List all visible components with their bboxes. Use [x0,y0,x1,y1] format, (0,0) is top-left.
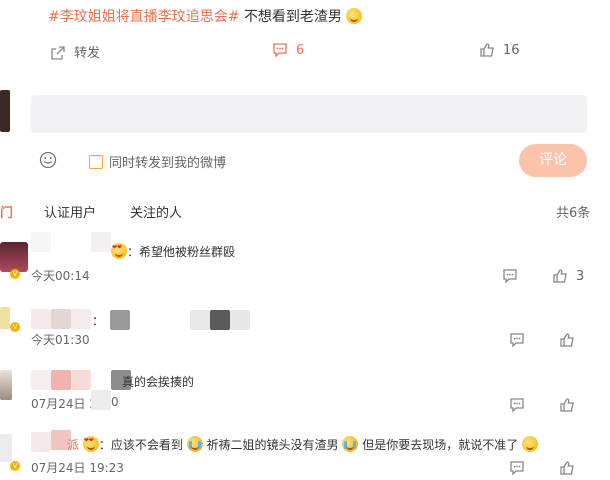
blurred-username [71,309,91,329]
like-count: 16 [503,43,520,58]
blurred-content [230,310,250,330]
like-button[interactable]: 16 [479,42,520,58]
comment-time: 今天00:14 [31,269,90,283]
thumbs-up-icon [560,398,574,412]
comment-toggle-button[interactable]: 6 [272,42,304,58]
post-body: 不想看到老渣男 [243,9,342,25]
smiley-icon [39,151,57,169]
blurred-username [31,432,51,452]
avatar[interactable] [0,307,10,329]
tab-verified-users[interactable]: 认证用户 [44,202,96,221]
comment-time-tail: 0 [111,395,119,409]
repost-label: 转发 [74,46,101,61]
sync-repost-checkbox[interactable] [89,155,103,169]
sync-repost-label: 同时转发到我的微博 [109,156,227,171]
current-user-avatar [0,90,10,132]
comment-total: 共6条 [556,206,591,221]
reply-button[interactable] [509,460,525,480]
tab-following[interactable]: 关注的人 [130,202,182,221]
heart-eyes-emoji-icon [111,243,127,259]
thumbs-up-icon [560,333,574,347]
blurred-username [91,232,111,252]
blurred-content [91,390,111,410]
comment-icon [503,269,517,284]
avatar[interactable] [0,434,12,462]
avatar[interactable] [0,242,28,272]
like-button[interactable] [559,460,575,480]
crying-face-emoji-icon [186,436,203,452]
like-count: 3 [576,269,585,284]
share-icon [50,45,66,61]
avatar[interactable] [0,370,12,400]
thumbs-up-icon [479,42,495,58]
blurred-username [51,370,71,390]
crying-face-emoji-icon [342,436,359,452]
comment-icon [510,461,524,476]
verified-badge-icon: V [10,322,20,332]
drooling-face-emoji-icon [346,8,363,24]
comment-time: 07月24日 2 [31,397,97,411]
like-button[interactable] [559,397,575,417]
comment-input[interactable] [31,95,587,133]
reply-button[interactable] [509,332,525,352]
reply-button[interactable] [509,397,525,417]
reply-button[interactable] [502,268,518,288]
verified-badge-icon: V [10,461,20,471]
blurred-content [110,310,130,330]
like-button[interactable] [559,332,575,352]
thumbs-up-icon [552,268,568,284]
verified-badge-icon: V [10,269,20,279]
blurred-username [51,309,71,329]
post-text: #李玟姐姐将直播李玟追思会# 不想看到老渣男 [48,6,363,26]
thumbs-up-icon [560,461,574,475]
comment-text: ：希望他被粉丝群殴 [111,243,235,260]
sync-repost-option[interactable]: 同时转发到我的微博 [89,152,226,171]
heart-eyes-emoji-icon [82,436,99,452]
emoji-picker-button[interactable] [39,151,57,169]
drooling-face-emoji-icon [522,436,539,452]
tab-hot[interactable]: 门 [0,202,13,221]
comment-text: 派 ：应该不会看到 祈祷二姐的镜头没有渣男 但是你要去现场，就说不准了 [67,436,539,453]
like-button[interactable]: 3 [552,268,584,284]
blurred-username [31,370,51,390]
blurred-content [210,310,230,330]
repost-button[interactable]: 转发 [50,42,100,61]
blurred-content [190,310,210,330]
comment-username[interactable]: 派 [67,438,79,452]
blurred-username [31,309,51,329]
comment-time: 今天01:30 [31,333,90,347]
comment-count: 6 [296,43,305,58]
comment-icon [510,333,524,348]
comment-icon [272,42,288,58]
comment-text: 真的会挨揍的 [122,375,195,389]
submit-comment-button[interactable]: 评论 [519,144,587,177]
comment-time: 07月24日 19:23 [31,461,124,475]
comment-icon [510,398,524,413]
blurred-username [71,370,91,390]
hashtag-link[interactable]: #李玟姐姐将直播李玟追思会# [48,9,239,25]
comment-text: ： [92,314,105,328]
blurred-username [31,232,51,252]
